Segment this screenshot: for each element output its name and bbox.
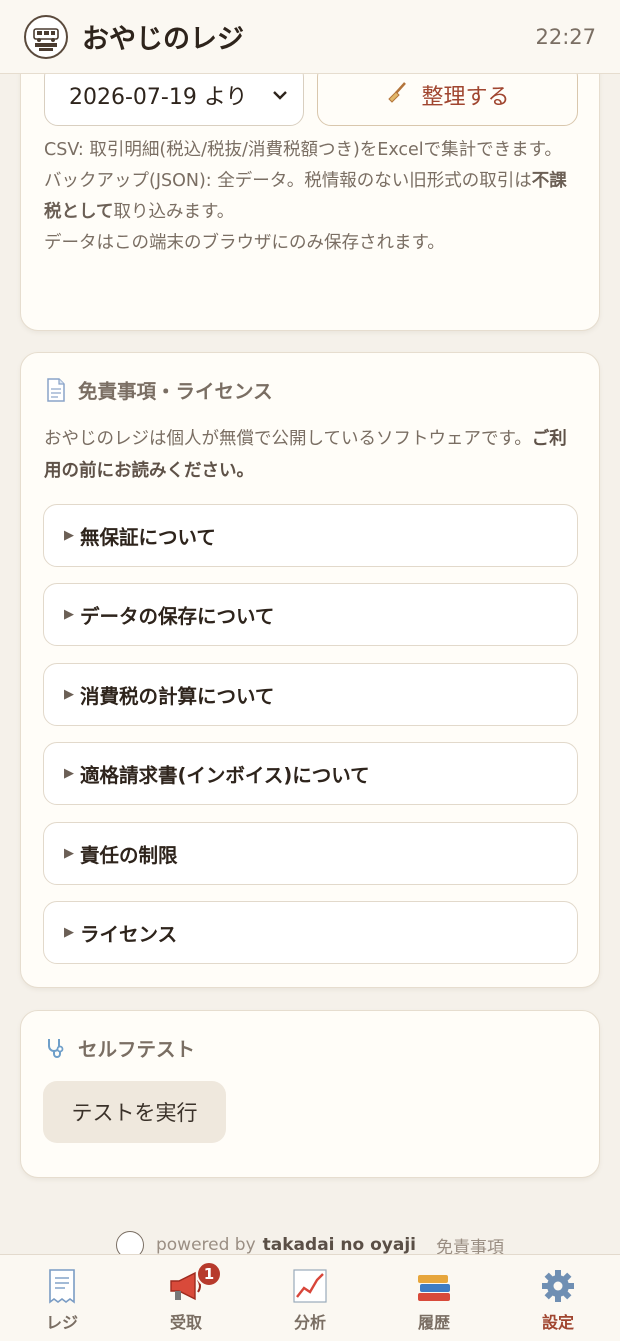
clock-time: 22:27	[535, 24, 596, 49]
tab-analytics[interactable]: 分析	[248, 1255, 372, 1341]
tab-label: レジ	[45, 1313, 78, 1332]
disclaimer-desc-plain: おやじのレジは個人が無償で公開しているソフトウェアです。	[44, 429, 532, 449]
app-logo-icon	[24, 14, 68, 59]
accordion-label: ライセンス	[80, 923, 178, 946]
storage-note: データはこの端末のブラウザにのみ保存されます。	[44, 233, 445, 253]
data-management-card: 2026-07-19 より 整理する CSV: 取引明細(税込/税抜/消費税額つ…	[20, 54, 600, 331]
run-test-button[interactable]: テストを実行	[43, 1081, 226, 1143]
tab-receive[interactable]: 1 受取	[124, 1255, 248, 1341]
tab-label: 分析	[293, 1313, 326, 1332]
tab-label: 設定	[541, 1313, 574, 1332]
selftest-card: セルフテスト テストを実行	[20, 1010, 600, 1178]
accordion-label: 消費税の計算について	[80, 685, 275, 708]
tab-label: 履歴	[417, 1313, 450, 1332]
brand-link[interactable]: takadai no oyaji	[263, 1235, 416, 1255]
app-header: おやじのレジ 22:27	[0, 0, 620, 74]
document-icon	[44, 377, 68, 402]
triangle-right-icon: ▶	[64, 846, 74, 861]
disclaimer-description: おやじのレジは個人が無償で公開しているソフトウェアです。ご利用の前にお読みくださ…	[44, 423, 574, 487]
triangle-right-icon: ▶	[64, 925, 74, 940]
powered-by-text: powered by	[155, 1235, 256, 1255]
triangle-right-icon: ▶	[64, 607, 74, 622]
backup-note-tail: 取り込みます。	[113, 202, 235, 222]
bottom-tab-bar: レジ 1 受取 分析 履歴 設定	[0, 1254, 620, 1341]
tab-register[interactable]: レジ	[0, 1255, 124, 1341]
chevron-down-icon	[273, 85, 287, 104]
tab-label: 受取	[169, 1313, 202, 1332]
accordion-data-storage[interactable]: ▶ データの保存について	[43, 583, 578, 646]
disclaimer-heading: 免責事項・ライセンス	[44, 375, 273, 404]
date-filter-value: 2026-07-19 より	[69, 84, 248, 110]
triangle-right-icon: ▶	[64, 687, 74, 702]
disclaimer-heading-text: 免責事項・ライセンス	[78, 380, 273, 403]
notification-badge: 1	[196, 1261, 222, 1287]
tab-history[interactable]: 履歴	[372, 1255, 496, 1341]
triangle-right-icon: ▶	[64, 766, 74, 781]
selftest-heading: セルフテスト	[44, 1033, 195, 1062]
disclaimer-card: 免責事項・ライセンス おやじのレジは個人が無償で公開しているソフトウェアです。ご…	[20, 352, 600, 988]
triangle-right-icon: ▶	[64, 528, 74, 543]
accordion-no-warranty[interactable]: ▶ 無保証について	[43, 504, 578, 567]
accordion-label: データの保存について	[80, 605, 275, 628]
app-title: おやじのレジ	[82, 24, 244, 55]
stethoscope-icon	[44, 1036, 68, 1060]
accordion-invoice[interactable]: ▶ 適格請求書(インボイス)について	[43, 742, 578, 805]
data-note: CSV: 取引明細(税込/税抜/消費税額つき)をExcelで集計できます。 バッ…	[44, 135, 584, 259]
receipt-icon	[42, 1267, 82, 1305]
accordion-license[interactable]: ▶ ライセンス	[43, 901, 578, 964]
backup-note: バックアップ(JSON): 全データ。税情報のない旧形式の取引は	[44, 171, 532, 191]
accordion-label: 適格請求書(インボイス)について	[80, 764, 370, 787]
selftest-heading-text: セルフテスト	[78, 1038, 196, 1061]
chart-icon	[290, 1267, 330, 1305]
accordion-tax-calc[interactable]: ▶ 消費税の計算について	[43, 663, 578, 726]
accordion-label: 無保証について	[80, 526, 216, 549]
accordion-liability[interactable]: ▶ 責任の制限	[43, 822, 578, 885]
tab-settings[interactable]: 設定	[496, 1255, 620, 1341]
broom-icon	[385, 80, 409, 109]
books-icon	[414, 1267, 454, 1305]
gear-icon	[538, 1267, 578, 1305]
csv-note: CSV: 取引明細(税込/税抜/消費税額つき)をExcelで集計できます。	[44, 140, 562, 160]
accordion-label: 責任の制限	[80, 844, 178, 867]
cleanup-label: 整理する	[421, 84, 510, 110]
